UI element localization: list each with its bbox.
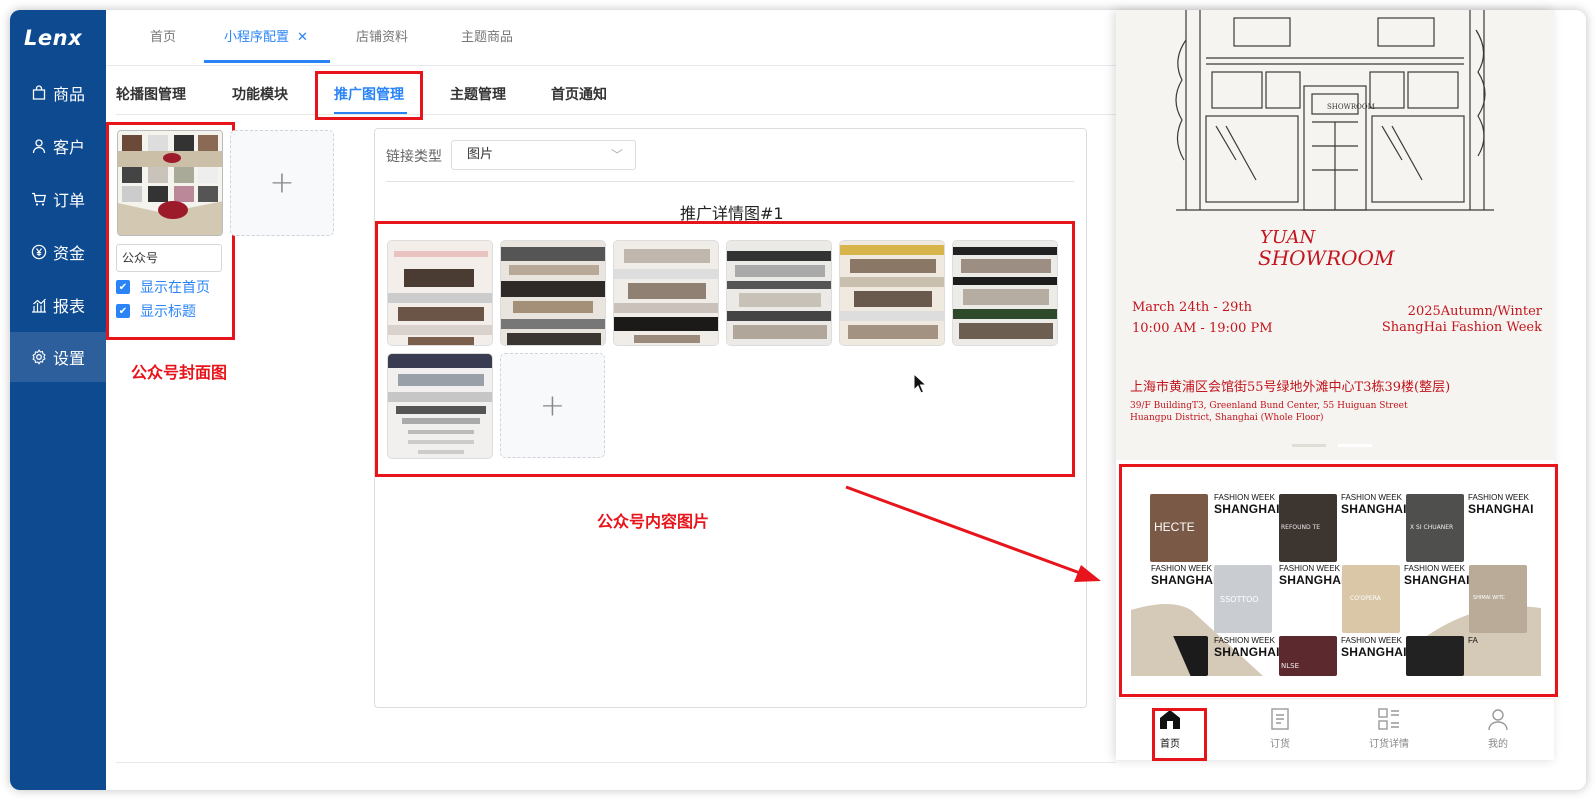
tab-theme-products[interactable]: 主题商品 [461, 10, 513, 66]
poster-time: 10:00 AM - 19:00 PM [1132, 321, 1273, 336]
sidebar-item-label: 商品 [52, 85, 85, 104]
plus-icon: + [269, 165, 295, 201]
brand-wordmark: YUAN SHOWROOM [1258, 227, 1395, 270]
checkmark-icon: ✔ [116, 304, 130, 318]
link-type-label: 链接类型 [386, 149, 442, 165]
annotation-cover: 公众号封面图 [131, 363, 228, 382]
poster-address-cn: 上海市黄浦区会馆街55号绿地外滩中心T3栋39楼(整层) [1130, 380, 1451, 395]
user-icon [32, 139, 46, 154]
tab-home[interactable]: 首页 [150, 10, 176, 66]
highlight-box-phone-content [1119, 464, 1558, 697]
cover-image[interactable] [117, 130, 223, 236]
phone-tab-label: 订货 [1270, 739, 1290, 750]
add-cover-button[interactable]: + [230, 130, 334, 236]
sidebar-item-customers[interactable]: 客户 [10, 122, 106, 170]
show-on-home-checkbox[interactable]: ✔ 显示在首页 [116, 277, 210, 297]
content-image-thumb[interactable] [839, 240, 945, 346]
highlight-box-phone-home [1152, 708, 1207, 761]
plus-icon: + [539, 388, 566, 423]
bag-icon [32, 85, 46, 100]
brand-line2: SHOWROOM [1258, 246, 1395, 270]
sidebar-item-settings[interactable]: 设置 [10, 332, 106, 382]
tab-store-info[interactable]: 店铺资料 [356, 10, 408, 66]
poster-date: March 24th - 29th [1132, 300, 1252, 315]
checkmark-icon: ✔ [116, 280, 130, 294]
brand-line1: YUAN [1260, 227, 1316, 248]
content-image-thumb[interactable] [387, 240, 493, 346]
phone-tab-label: 我的 [1488, 739, 1508, 750]
poster-address-en1: 39/F BuildingT3, Greenland Bund Center, … [1130, 401, 1408, 411]
poster-season: 2025Autumn/Winter [1407, 304, 1542, 319]
phone-tab-order[interactable]: 订货 [1240, 699, 1320, 750]
checkbox-label: 显示在首页 [140, 280, 210, 296]
cover-name-input[interactable]: 公众号 [116, 244, 222, 272]
link-type-select[interactable]: 图片 ﹀ [451, 140, 636, 170]
panel-divider [386, 181, 1074, 182]
sidebar-item-orders[interactable]: 订单 [10, 175, 106, 223]
sidebar-item-label: 订单 [52, 191, 85, 210]
subtab-carousel[interactable]: 轮播图管理 [116, 84, 186, 104]
list-grid-icon [1378, 708, 1399, 730]
document-icon [1271, 708, 1289, 730]
checkbox-label: 显示标题 [140, 304, 196, 320]
add-content-image-button[interactable]: + [500, 353, 605, 458]
gear-icon [32, 349, 46, 365]
app-logo: Lenx [24, 26, 83, 50]
content-image-thumb[interactable] [726, 240, 832, 346]
select-value: 图片 [467, 147, 494, 162]
top-tab-bar: 首页 小程序配置 ✕ 店铺资料 主题商品 [106, 10, 1116, 66]
sidebar-item-funds[interactable]: 资金 [10, 228, 106, 276]
subtab-themes[interactable]: 主题管理 [450, 84, 506, 104]
promo-poster: SHOWROOM YUAN SHOWROOM March 24th - 29th… [1116, 10, 1554, 460]
chart-icon [31, 298, 46, 313]
content-image-thumb[interactable] [387, 353, 493, 459]
yen-icon [31, 244, 47, 260]
footer-strip [116, 762, 1116, 790]
phone-tab-order-detail[interactable]: 订货详情 [1349, 699, 1429, 750]
chevron-down-icon: ﹀ [610, 148, 623, 162]
sidebar-item-products[interactable]: 商品 [10, 69, 106, 117]
highlight-box-subtab [315, 71, 423, 120]
content-image-thumb[interactable] [613, 240, 719, 346]
cart-icon [31, 192, 46, 206]
tab-label: 小程序配置 [224, 30, 290, 45]
user-icon [1488, 709, 1508, 731]
close-icon[interactable]: ✕ [297, 30, 308, 45]
content-image-thumb[interactable] [500, 240, 606, 346]
sidebar-item-label: 报表 [52, 297, 85, 316]
sidebar-item-label: 客户 [52, 138, 85, 157]
sidebar-item-reports[interactable]: 报表 [10, 281, 106, 329]
poster-event: ShangHai Fashion Week [1381, 320, 1542, 335]
subtab-divider [116, 114, 1116, 115]
phone-tab-mine[interactable]: 我的 [1458, 699, 1538, 750]
subtab-function-modules[interactable]: 功能模块 [232, 84, 288, 104]
sidebar-item-label: 资金 [52, 244, 85, 263]
show-title-checkbox[interactable]: ✔ 显示标题 [116, 301, 196, 321]
store-sign: SHOWROOM [1327, 103, 1375, 111]
phone-tab-label: 订货详情 [1369, 739, 1409, 750]
sidebar-item-label: 设置 [52, 349, 85, 368]
content-image-thumb[interactable] [952, 240, 1058, 346]
tab-miniprogram-config[interactable]: 小程序配置 ✕ [224, 10, 308, 66]
poster-address-en2: Huangpu District, Shanghai (Whole Floor) [1130, 413, 1324, 423]
sidebar: Lenx 商品 客户 订单 资金 报表 设置 [10, 10, 106, 790]
active-tab-indicator [204, 60, 330, 63]
annotation-content-images: 公众号内容图片 [597, 512, 710, 531]
subtab-home-notice[interactable]: 首页通知 [551, 84, 607, 104]
mouse-cursor-icon [913, 373, 927, 394]
